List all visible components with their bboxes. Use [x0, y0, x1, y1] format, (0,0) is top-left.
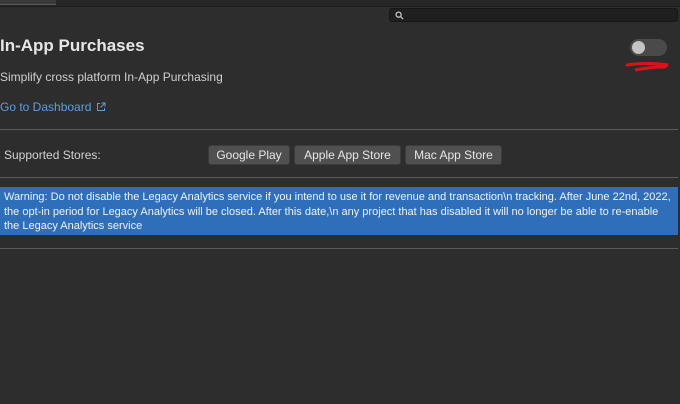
service-toggle[interactable]	[630, 39, 667, 56]
supported-stores-label: Supported Stores:	[4, 148, 101, 162]
toggle-knob	[632, 41, 645, 54]
warning-text: Warning: Do not disable the Legacy Analy…	[4, 191, 671, 232]
window-top-bar	[0, 0, 680, 7]
red-annotation-mark	[625, 62, 669, 72]
search-icon	[395, 11, 404, 20]
google-play-button[interactable]: Google Play	[208, 145, 290, 165]
mac-app-store-button[interactable]: Mac App Store	[405, 145, 502, 165]
external-link-icon	[97, 102, 106, 111]
section-divider	[0, 177, 678, 178]
legacy-analytics-warning: Warning: Do not disable the Legacy Analy…	[0, 187, 678, 235]
page-subtitle: Simplify cross platform In-App Purchasin…	[0, 70, 223, 84]
apple-app-store-button[interactable]: Apple App Store	[294, 145, 401, 165]
dashboard-link-label: Go to Dashboard	[0, 100, 92, 114]
page-title: In-App Purchases	[0, 36, 145, 55]
search-field[interactable]	[389, 8, 678, 22]
section-divider	[0, 248, 678, 249]
go-to-dashboard-link[interactable]: Go to Dashboard	[0, 100, 106, 114]
section-divider	[0, 129, 678, 130]
window-tab[interactable]	[0, 0, 56, 5]
